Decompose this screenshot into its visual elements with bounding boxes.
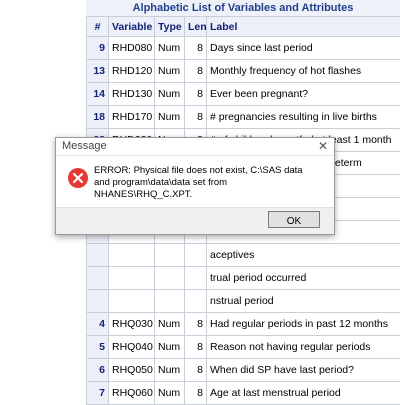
row-number: 4 bbox=[87, 313, 109, 336]
variable-name bbox=[109, 290, 155, 313]
table-row: 9RHD080Num8Days since last period bbox=[87, 37, 400, 60]
table-row: aceptives bbox=[87, 244, 400, 267]
variable-label: Age at last menstrual period bbox=[207, 382, 400, 405]
row-number: 18 bbox=[87, 106, 109, 129]
variable-type: Num bbox=[155, 359, 185, 382]
col-header-number: # bbox=[87, 17, 109, 37]
variable-label: nstrual period bbox=[207, 290, 400, 313]
table-row: 14RHD130Num8Ever been pregnant? bbox=[87, 83, 400, 106]
variable-label: Monthly frequency of hot flashes bbox=[207, 60, 400, 83]
table-row: 5RHQ040Num8Reason not having regular per… bbox=[87, 336, 400, 359]
variable-length: 8 bbox=[185, 313, 207, 336]
variable-type: Num bbox=[155, 336, 185, 359]
row-number bbox=[87, 244, 109, 267]
col-header-label: Label bbox=[207, 17, 400, 37]
table-header-row: # Variable Type Len Label bbox=[87, 17, 400, 37]
variable-length bbox=[185, 244, 207, 267]
variable-length: 8 bbox=[185, 359, 207, 382]
table-row: 7RHQ060Num8Age at last menstrual period bbox=[87, 382, 400, 405]
variable-label: # pregnancies resulting in live births bbox=[207, 106, 400, 129]
variable-length: 8 bbox=[185, 83, 207, 106]
col-header-type: Type bbox=[155, 17, 185, 37]
variable-label: Had regular periods in past 12 months bbox=[207, 313, 400, 336]
dialog-footer: OK bbox=[56, 207, 334, 234]
variable-type: Num bbox=[155, 313, 185, 336]
variable-name: RHD130 bbox=[109, 83, 155, 106]
variable-length: 8 bbox=[185, 382, 207, 405]
variable-name bbox=[109, 267, 155, 290]
variable-type: Num bbox=[155, 37, 185, 60]
variable-length: 8 bbox=[185, 60, 207, 83]
table-row: trual period occurred bbox=[87, 267, 400, 290]
variable-length: 8 bbox=[185, 37, 207, 60]
variable-label: aceptives bbox=[207, 244, 400, 267]
error-message-text: ERROR: Physical file does not exist, C:\… bbox=[94, 165, 320, 201]
table-row: 13RHD120Num8Monthly frequency of hot fla… bbox=[87, 60, 400, 83]
table-row: 6RHQ050Num8When did SP have last period? bbox=[87, 359, 400, 382]
variable-label: Reason not having regular periods bbox=[207, 336, 400, 359]
variable-name: RHQ060 bbox=[109, 382, 155, 405]
variable-length bbox=[185, 290, 207, 313]
row-number: 14 bbox=[87, 83, 109, 106]
row-number: 13 bbox=[87, 60, 109, 83]
row-number: 9 bbox=[87, 37, 109, 60]
row-number bbox=[87, 290, 109, 313]
variable-type: Num bbox=[155, 382, 185, 405]
variable-length: 8 bbox=[185, 106, 207, 129]
variable-name: RHQ030 bbox=[109, 313, 155, 336]
variable-type: Num bbox=[155, 83, 185, 106]
row-number: 5 bbox=[87, 336, 109, 359]
variable-name: RHD170 bbox=[109, 106, 155, 129]
listing-title: Alphabetic List of Variables and Attribu… bbox=[86, 0, 400, 17]
variable-name bbox=[109, 244, 155, 267]
dialog-body: ERROR: Physical file does not exist, C:\… bbox=[56, 156, 334, 212]
variable-type bbox=[155, 267, 185, 290]
variable-type: Num bbox=[155, 106, 185, 129]
table-row: 4RHQ030Num8Had regular periods in past 1… bbox=[87, 313, 400, 336]
variable-label: When did SP have last period? bbox=[207, 359, 400, 382]
variable-type bbox=[155, 290, 185, 313]
dialog-titlebar: Message ✕ bbox=[56, 138, 334, 156]
variable-name: RHD120 bbox=[109, 60, 155, 83]
variable-type: Num bbox=[155, 60, 185, 83]
variable-type bbox=[155, 244, 185, 267]
variable-label: trual period occurred bbox=[207, 267, 400, 290]
close-icon[interactable]: ✕ bbox=[318, 139, 328, 153]
variable-length: 8 bbox=[185, 336, 207, 359]
variable-label: Days since last period bbox=[207, 37, 400, 60]
variable-name: RHQ050 bbox=[109, 359, 155, 382]
error-message-dialog: Message ✕ ERROR: Physical file does not … bbox=[55, 137, 335, 235]
dialog-title: Message bbox=[62, 140, 107, 152]
variable-name: RHQ040 bbox=[109, 336, 155, 359]
row-number: 7 bbox=[87, 382, 109, 405]
error-icon bbox=[68, 168, 88, 188]
table-row: nstrual period bbox=[87, 290, 400, 313]
row-number bbox=[87, 267, 109, 290]
variable-name: RHD080 bbox=[109, 37, 155, 60]
row-number: 6 bbox=[87, 359, 109, 382]
ok-button[interactable]: OK bbox=[268, 211, 320, 228]
table-row: 18RHD170Num8# pregnancies resulting in l… bbox=[87, 106, 400, 129]
variable-label: Ever been pregnant? bbox=[207, 83, 400, 106]
col-header-len: Len bbox=[185, 17, 207, 37]
col-header-variable: Variable bbox=[109, 17, 155, 37]
variable-length bbox=[185, 267, 207, 290]
